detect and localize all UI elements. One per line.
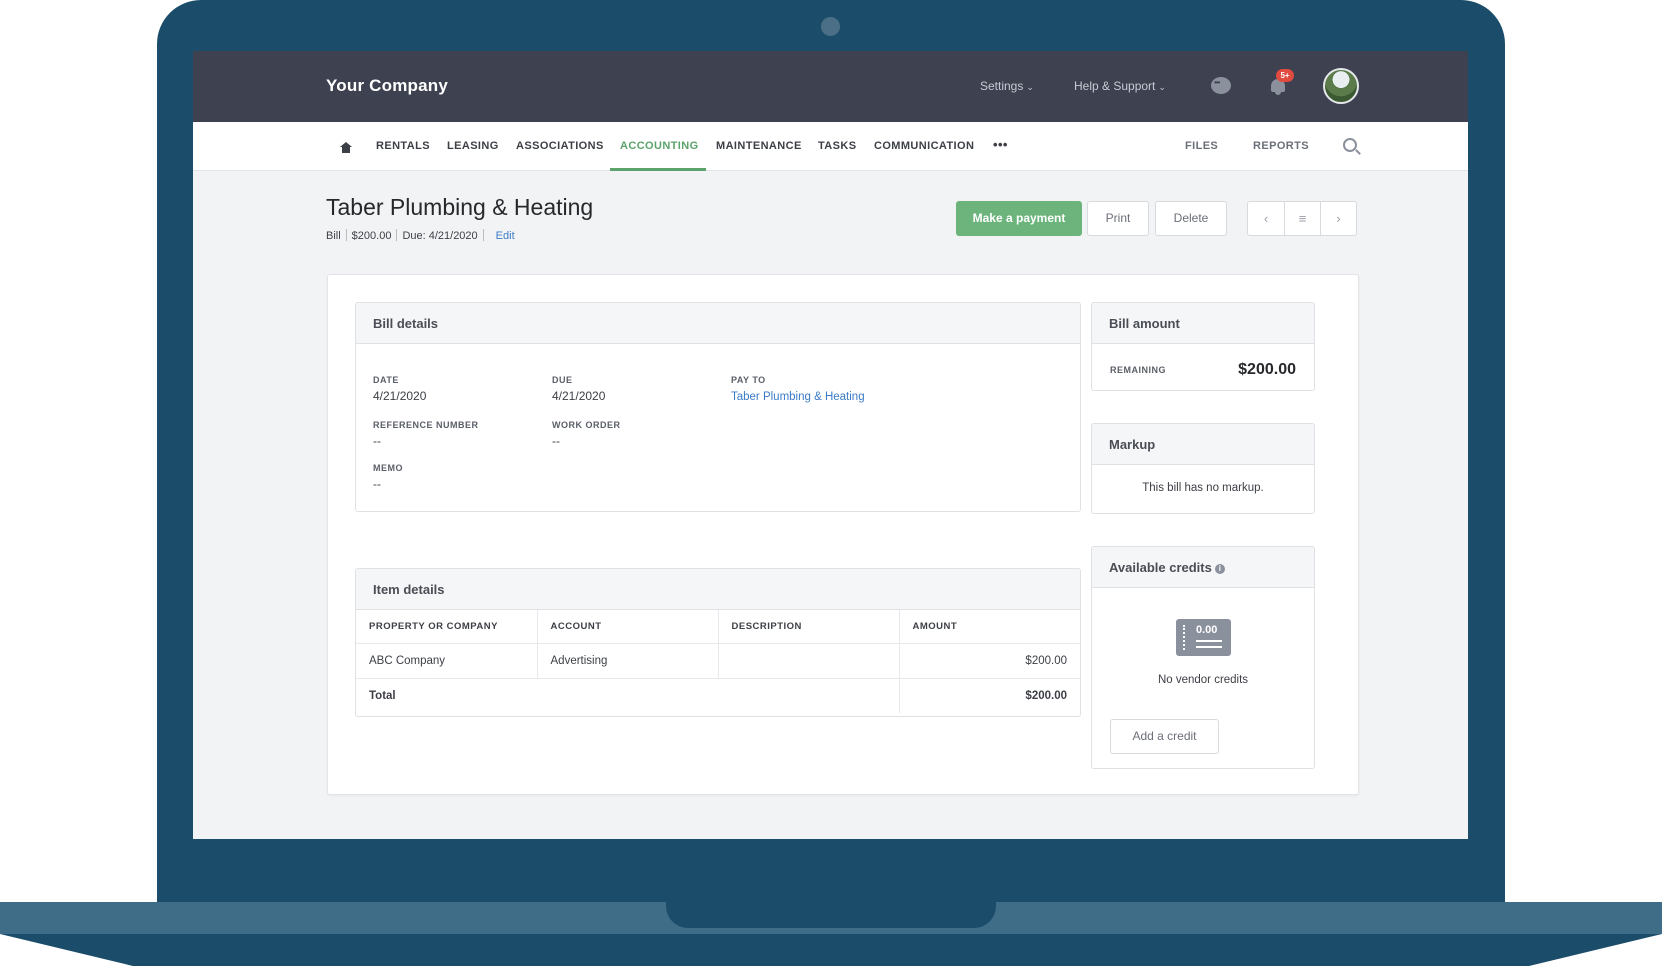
edit-link[interactable]: Edit bbox=[496, 230, 515, 242]
reference-number-label: REFERENCE NUMBER bbox=[373, 420, 479, 430]
nav-maintenance[interactable]: MAINTENANCE bbox=[716, 140, 802, 152]
make-payment-button[interactable]: Make a payment bbox=[956, 201, 1082, 236]
available-credits-title: Available credits bbox=[1109, 560, 1212, 575]
work-order-label: WORK ORDER bbox=[552, 420, 621, 430]
nav-tasks[interactable]: TASKS bbox=[818, 140, 856, 152]
delete-button[interactable]: Delete bbox=[1155, 201, 1227, 236]
column-header: PROPERTY OR COMPANY bbox=[356, 610, 538, 644]
bill-due-summary: Due: 4/21/2020 bbox=[402, 230, 478, 242]
work-order-value: -- bbox=[552, 434, 560, 448]
table-row: ABC Company Advertising $200.00 bbox=[356, 643, 1080, 679]
bill-amount-summary: $200.00 bbox=[351, 230, 392, 242]
notification-badge: 5+ bbox=[1276, 69, 1294, 82]
date-label: DATE bbox=[373, 375, 399, 385]
memo-value: -- bbox=[373, 477, 381, 491]
ticket-perforation bbox=[1183, 625, 1185, 650]
print-button[interactable]: Print bbox=[1087, 201, 1149, 236]
memo-label: MEMO bbox=[373, 463, 403, 473]
settings-menu[interactable]: Settings ⌄ bbox=[980, 79, 1034, 93]
cell-description bbox=[718, 643, 900, 679]
reference-number-value: -- bbox=[373, 434, 381, 448]
chat-icon[interactable] bbox=[1211, 77, 1231, 94]
total-amount: $200.00 bbox=[1025, 689, 1067, 702]
cell-amount: $200.00 bbox=[899, 643, 1080, 679]
divider bbox=[396, 229, 398, 241]
nav-more-icon[interactable]: ••• bbox=[993, 137, 1008, 152]
page-title: Taber Plumbing & Heating bbox=[326, 194, 594, 220]
search-icon[interactable] bbox=[1343, 138, 1357, 152]
credit-icon-amount: 0.00 bbox=[1196, 624, 1218, 636]
record-navigation: ‹ ≡ › bbox=[1247, 201, 1357, 236]
column-header: DESCRIPTION bbox=[718, 610, 900, 644]
laptop-base bbox=[0, 902, 1662, 966]
bill-amount-title: Bill amount bbox=[1092, 303, 1314, 344]
home-wall bbox=[342, 147, 350, 153]
settings-label: Settings bbox=[980, 79, 1024, 93]
markup-panel: Markup This bill has no markup. bbox=[1091, 423, 1315, 514]
markup-title: Markup bbox=[1092, 424, 1314, 465]
base-bottom bbox=[0, 934, 1662, 966]
chevron-right-icon[interactable]: › bbox=[1320, 202, 1356, 235]
markup-empty-text: This bill has no markup. bbox=[1142, 482, 1264, 494]
remaining-label: REMAINING bbox=[1110, 365, 1166, 375]
ticket-line bbox=[1196, 646, 1222, 648]
help-support-menu[interactable]: Help & Support ⌄ bbox=[1074, 79, 1166, 93]
divider bbox=[482, 229, 484, 241]
app-screen: Your Company Settings⌄ Help & Support⌄ 5… bbox=[193, 51, 1468, 839]
add-credit-button[interactable]: Add a credit bbox=[1110, 719, 1219, 754]
camera-icon bbox=[821, 17, 840, 36]
date-value: 4/21/2020 bbox=[373, 389, 427, 403]
chevron-down-icon: ⌄ bbox=[1158, 82, 1166, 92]
nav-accounting[interactable]: ACCOUNTING bbox=[620, 140, 699, 152]
main-nav: RENTALS LEASING ASSOCIATIONS ACCOUNTING … bbox=[193, 122, 1468, 171]
nav-files[interactable]: FILES bbox=[1185, 140, 1218, 152]
available-credits-panel: Available credits i 0.00 No vendor credit… bbox=[1091, 546, 1315, 769]
cell-property: ABC Company bbox=[356, 643, 538, 679]
bill-card: Bill details DATE 4/21/2020 DUE 4/21/202… bbox=[327, 274, 1359, 795]
nav-rentals[interactable]: RENTALS bbox=[376, 140, 430, 152]
list-icon[interactable]: ≡ bbox=[1284, 202, 1320, 235]
available-credits-header: Available credits i bbox=[1092, 547, 1314, 588]
cell-account: Advertising bbox=[537, 643, 719, 679]
items-table: PROPERTY OR COMPANY ACCOUNT DESCRIPTION … bbox=[356, 610, 1080, 713]
top-bar: Your Company Settings⌄ Help & Support⌄ 5… bbox=[193, 51, 1468, 122]
remaining-value: $200.00 bbox=[1238, 361, 1296, 378]
bill-summary: Bill $200.00 Due: 4/21/2020 Edit bbox=[326, 229, 515, 242]
item-details-title: Item details bbox=[356, 569, 1080, 610]
bill-details-title: Bill details bbox=[356, 303, 1080, 344]
nav-reports[interactable]: REPORTS bbox=[1253, 140, 1309, 152]
pay-to-label: PAY TO bbox=[731, 375, 766, 385]
nav-leasing[interactable]: LEASING bbox=[447, 140, 499, 152]
ticket-line bbox=[1196, 640, 1222, 642]
bill-details-panel: Bill details DATE 4/21/2020 DUE 4/21/202… bbox=[355, 302, 1081, 512]
active-tab-indicator bbox=[610, 168, 706, 171]
column-header: AMOUNT bbox=[899, 610, 1080, 644]
no-credits-text: No vendor credits bbox=[1157, 674, 1249, 686]
divider bbox=[345, 229, 347, 241]
due-label: DUE bbox=[552, 375, 573, 385]
column-header: ACCOUNT bbox=[537, 610, 719, 644]
home-icon[interactable] bbox=[340, 142, 352, 153]
pay-to-link[interactable]: Taber Plumbing & Heating bbox=[731, 391, 865, 403]
table-header-row: PROPERTY OR COMPANY ACCOUNT DESCRIPTION … bbox=[356, 610, 1080, 644]
chevron-left-icon[interactable]: ‹ bbox=[1248, 202, 1284, 235]
total-row: Total $200.00 bbox=[356, 678, 1080, 713]
nav-associations[interactable]: ASSOCIATIONS bbox=[516, 140, 604, 152]
credit-ticket-icon: 0.00 bbox=[1176, 619, 1231, 656]
bill-amount-panel: Bill amount REMAINING $200.00 bbox=[1091, 302, 1315, 391]
base-notch bbox=[666, 902, 996, 928]
nav-communication[interactable]: COMMUNICATION bbox=[874, 140, 974, 152]
avatar[interactable] bbox=[1323, 68, 1359, 104]
due-value: 4/21/2020 bbox=[552, 389, 606, 403]
bell-clapper bbox=[1275, 92, 1281, 95]
item-details-panel: Item details PROPERTY OR COMPANY ACCOUNT… bbox=[355, 568, 1081, 717]
chevron-down-icon: ⌄ bbox=[1026, 82, 1034, 92]
bill-type: Bill bbox=[326, 230, 341, 242]
help-label: Help & Support bbox=[1074, 79, 1156, 93]
total-label: Total bbox=[356, 678, 900, 713]
company-brand[interactable]: Your Company bbox=[326, 76, 448, 96]
info-icon[interactable]: i bbox=[1214, 564, 1225, 574]
